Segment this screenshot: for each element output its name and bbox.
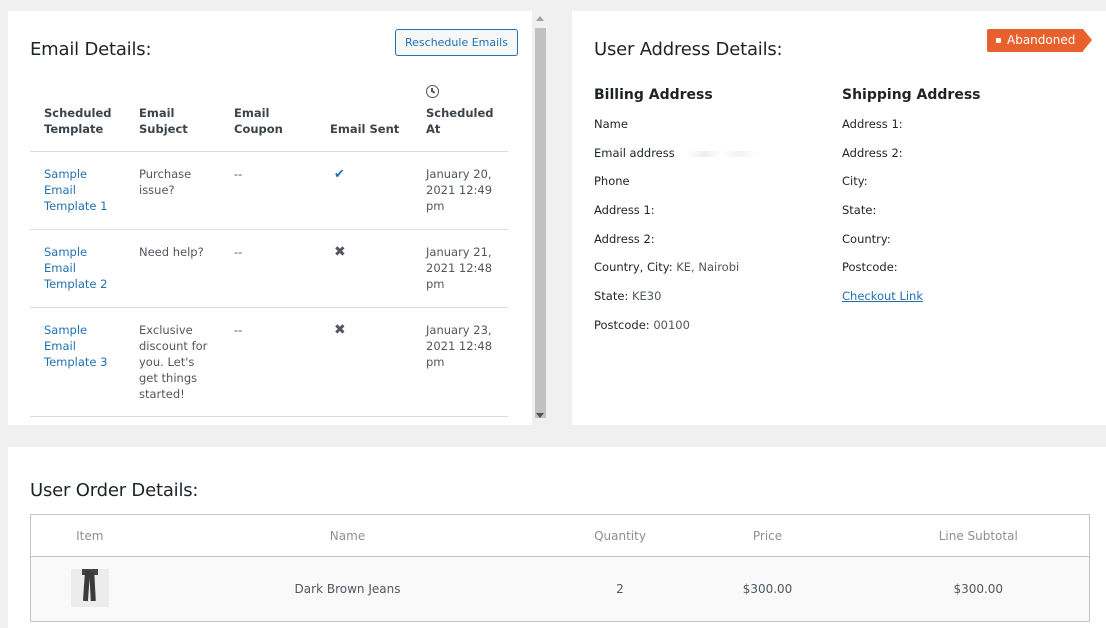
template-link[interactable]: Sample Email Template 3 — [44, 323, 107, 369]
shipping-postcode: Postcode: — [842, 260, 898, 275]
status-badge: Abandoned — [987, 29, 1093, 52]
reschedule-emails-button[interactable]: Reschedule Emails — [395, 29, 518, 56]
billing-email: Email address — [594, 146, 757, 175]
cross-icon: ✖ — [334, 322, 346, 338]
column-header-sent: Email Sent — [316, 85, 412, 152]
template-link[interactable]: Sample Email Template 2 — [44, 245, 107, 291]
shipping-city: City: — [842, 174, 868, 189]
redacted-value — [686, 150, 757, 157]
scheduled-at: January 20, 2021 12:49 pm — [412, 151, 508, 230]
email-subject: Exclusive discount for you. Let's get th… — [125, 307, 220, 417]
scheduled-at: January 21, 2021 12:48 pm — [412, 229, 508, 308]
billing-country-city: Country, City: KE, Nairobi — [594, 260, 740, 275]
billing-address-heading: Billing Address — [594, 87, 713, 103]
column-header-scheduled-at: Scheduled At — [412, 85, 508, 152]
scrollbar-thumb[interactable] — [535, 28, 546, 418]
email-details-title: Email Details: — [30, 39, 152, 60]
email-coupon: -- — [220, 229, 316, 308]
table-row: Dark Brown Jeans 2 $300.00 $300.00 — [30, 556, 1090, 622]
column-header-coupon: Email Coupon — [220, 85, 316, 152]
column-header-name: Name — [148, 514, 547, 557]
column-header-quantity: Quantity — [572, 514, 668, 557]
product-price: $300.00 — [667, 556, 868, 622]
column-header-subject: Email Subject — [125, 85, 220, 152]
table-header-row: Scheduled Template Email Subject Email C… — [30, 85, 508, 152]
email-subject: Need help? — [125, 229, 220, 308]
table-row: Sample Email Template 2 Need help? -- ✖ … — [30, 229, 508, 308]
scroll-up-arrow-icon[interactable] — [536, 16, 544, 21]
table-header-row: Item Name Quantity Price Line Subtotal — [30, 514, 1090, 557]
email-panel-scrollbar[interactable] — [533, 11, 548, 425]
email-schedule-table: Scheduled Template Email Subject Email C… — [30, 85, 508, 417]
product-thumbnail-image — [70, 568, 109, 607]
product-name: Dark Brown Jeans — [148, 556, 547, 622]
clock-icon — [426, 85, 439, 98]
template-link[interactable]: Sample Email Template 1 — [44, 167, 107, 213]
product-quantity: 2 — [572, 556, 668, 622]
shipping-address1: Address 1: — [842, 117, 903, 131]
column-header-line-subtotal: Line Subtotal — [867, 514, 1090, 557]
shipping-country: Country: — [842, 231, 891, 246]
status-badge-label: Abandoned — [1007, 33, 1076, 47]
address-details-title: User Address Details: — [594, 39, 783, 60]
checkout-link[interactable]: Checkout Link — [842, 289, 923, 303]
email-details-panel: Email Details: Reschedule Emails Schedul… — [8, 11, 532, 425]
product-line-subtotal: $300.00 — [867, 556, 1090, 622]
order-details-panel: User Order Details: Item Name Quantity P… — [8, 447, 1106, 628]
column-header-template: Scheduled Template — [30, 85, 125, 152]
billing-address2: Address 2: — [594, 231, 655, 246]
column-header-item: Item — [30, 514, 149, 557]
table-row: Sample Email Template 1 Purchase issue? … — [30, 151, 508, 230]
table-row: Sample Email Template 3 Exclusive discou… — [30, 307, 508, 417]
cross-icon: ✖ — [334, 244, 346, 260]
scroll-down-arrow-icon[interactable] — [536, 413, 544, 418]
scheduled-at: January 23, 2021 12:48 pm — [412, 307, 508, 417]
shipping-address-heading: Shipping Address — [842, 87, 981, 103]
billing-name: Name — [594, 117, 628, 131]
billing-phone: Phone — [594, 174, 630, 189]
order-details-title: User Order Details: — [30, 480, 199, 501]
shipping-state: State: — [842, 203, 877, 218]
billing-address-section: Billing Address Name Email address Phone… — [594, 87, 757, 347]
email-subject: Purchase issue? — [125, 151, 220, 230]
billing-state: State: KE30 — [594, 289, 662, 304]
billing-postcode: Postcode: 00100 — [594, 317, 690, 332]
order-items-table: Item Name Quantity Price Line Subtotal D… — [30, 514, 1090, 622]
billing-address1: Address 1: — [594, 203, 655, 218]
check-icon: ✔ — [334, 167, 345, 182]
shipping-address-section: Shipping Address Address 1: Address 2: C… — [842, 87, 981, 318]
status-dot-icon — [996, 38, 1001, 43]
column-header-price: Price — [667, 514, 868, 557]
scheduled-at-label: Scheduled At — [426, 106, 494, 136]
address-details-panel: User Address Details: Abandoned Billing … — [572, 11, 1106, 425]
shipping-address2: Address 2: — [842, 145, 903, 160]
email-coupon: -- — [220, 151, 316, 230]
email-coupon: -- — [220, 307, 316, 417]
